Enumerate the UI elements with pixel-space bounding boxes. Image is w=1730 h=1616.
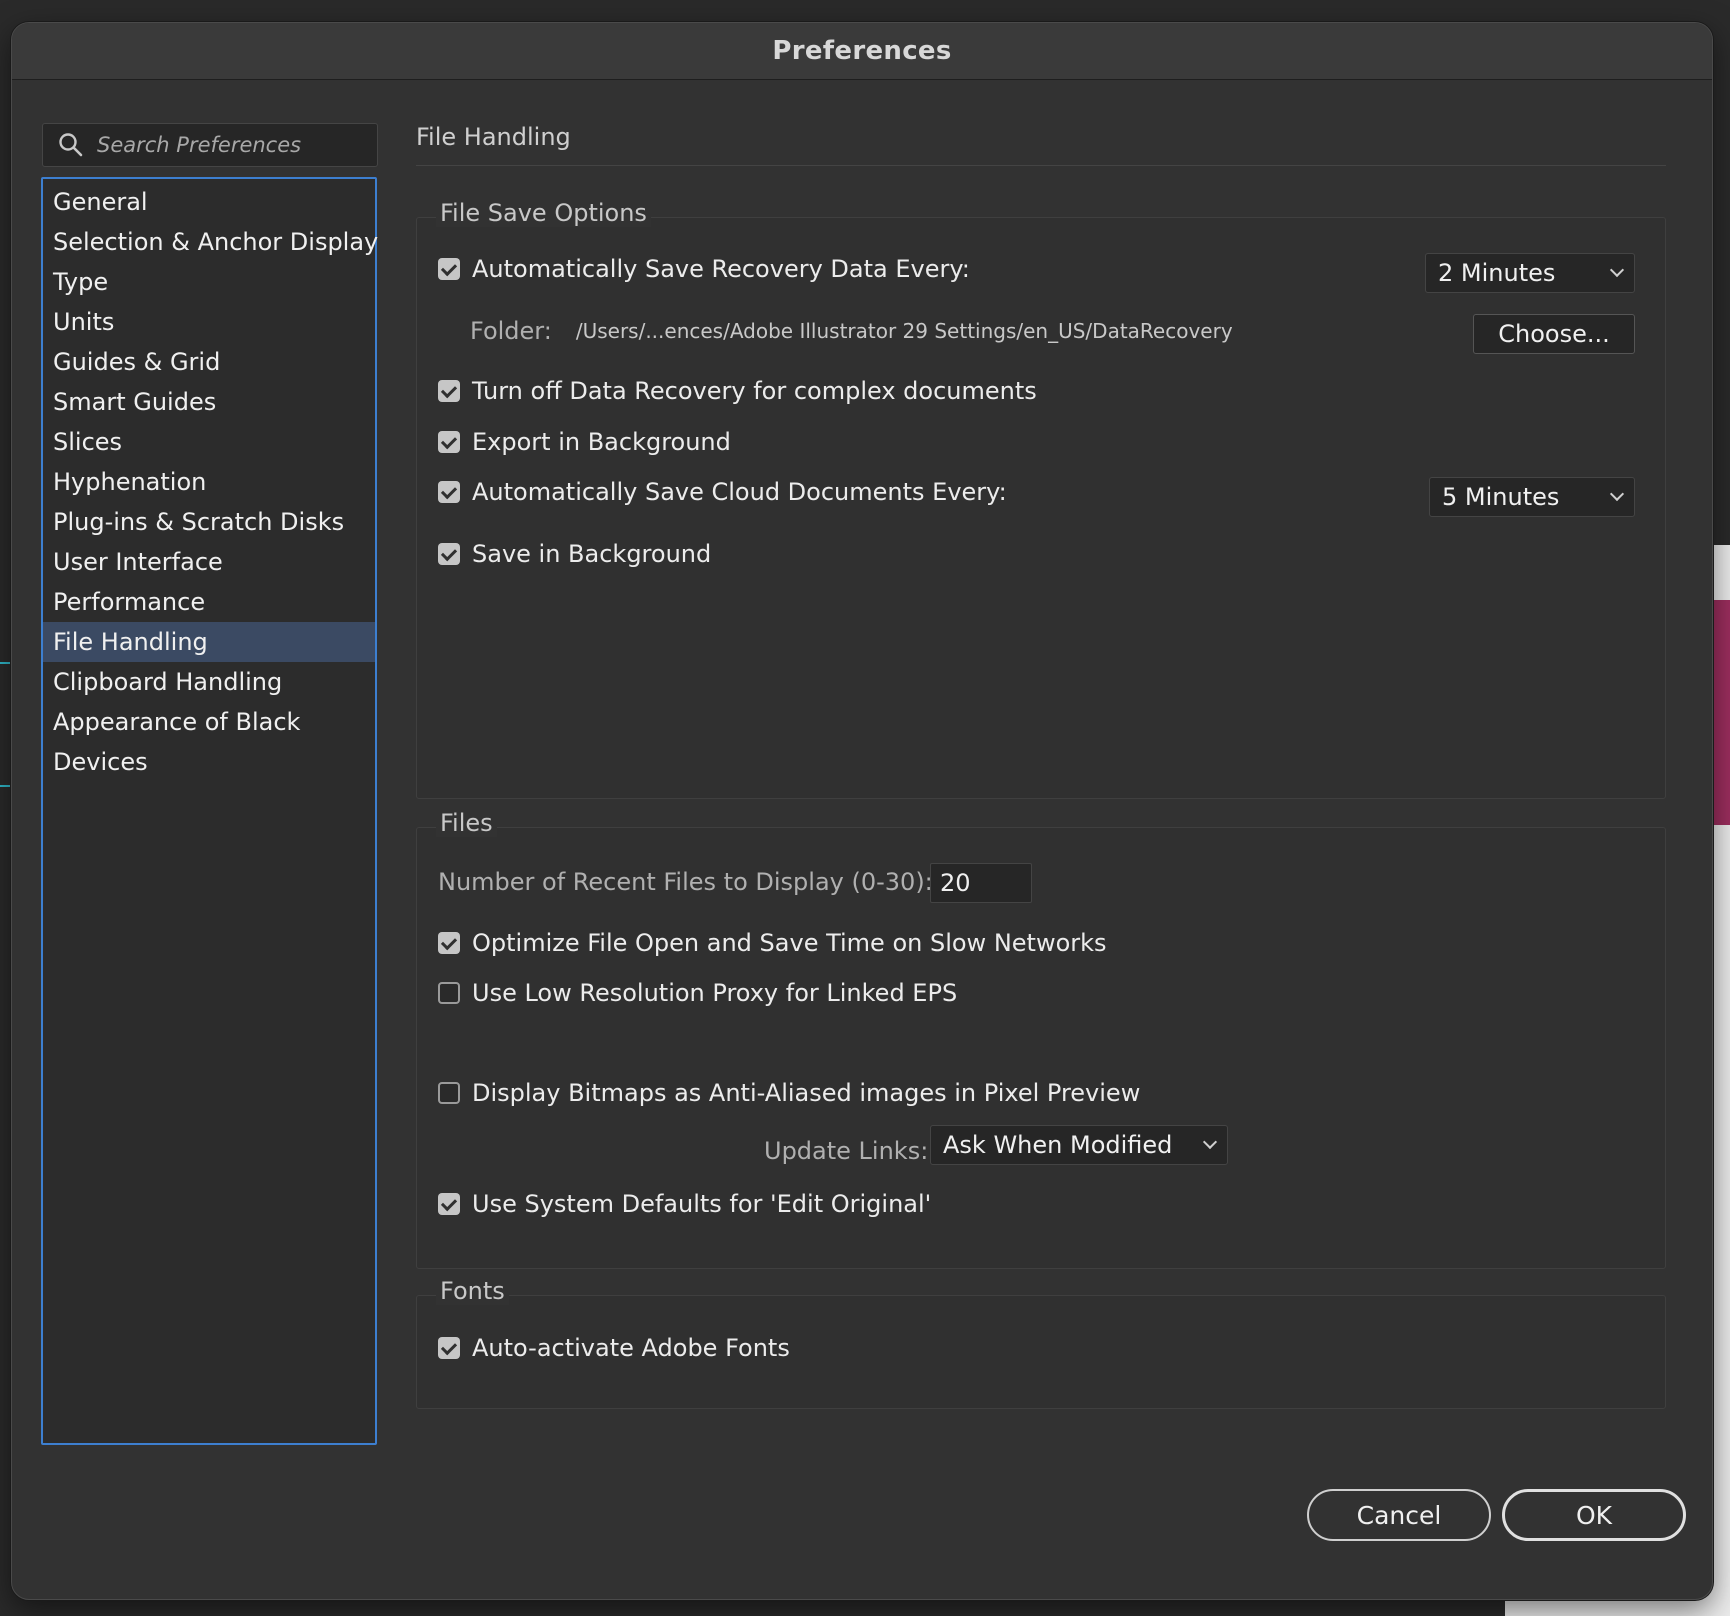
anti-aliased-bitmaps-checkbox[interactable]: Display Bitmaps as Anti-Aliased images i…	[438, 1079, 1140, 1107]
folder-path: /Users/...ences/Adobe Illustrator 29 Set…	[575, 319, 1233, 343]
checkbox-box[interactable]	[438, 1082, 460, 1104]
checkbox-label: Use System Defaults for 'Edit Original'	[472, 1190, 932, 1218]
category-item[interactable]: Slices	[43, 422, 375, 462]
category-item[interactable]: User Interface	[43, 542, 375, 582]
select-value: Ask When Modified	[943, 1131, 1173, 1159]
category-item[interactable]: Guides & Grid	[43, 342, 375, 382]
category-item[interactable]: Type	[43, 262, 375, 302]
checkbox-box[interactable]	[438, 1193, 460, 1215]
category-item[interactable]: Selection & Anchor Display	[43, 222, 378, 262]
category-list[interactable]: General Selection & Anchor Display Type Uni…	[41, 177, 378, 1445]
checkbox-label: Auto-activate Adobe Fonts	[472, 1334, 790, 1362]
panel-title-divider	[416, 165, 1666, 166]
file-save-options-legend: File Save Options	[436, 199, 651, 227]
save-background-checkbox[interactable]: Save in Background	[438, 540, 711, 568]
update-links-row: Update Links:	[764, 1137, 928, 1165]
checkbox-label: Export in Background	[472, 428, 731, 456]
background-app-accent	[1712, 600, 1730, 825]
recent-files-row: Number of Recent Files to Display (0-30)…	[438, 868, 933, 896]
dialog-titlebar[interactable]: Preferences	[12, 23, 1712, 80]
checkbox-box[interactable]	[438, 982, 460, 1004]
update-links-select[interactable]: Ask When Modified	[930, 1125, 1228, 1165]
turn-off-recovery-checkbox[interactable]: Turn off Data Recovery for complex docum…	[438, 377, 1037, 405]
checkbox-label: Save in Background	[472, 540, 712, 568]
cloud-interval-select[interactable]: 5 Minutes	[1429, 477, 1635, 517]
category-item[interactable]: Appearance of Black	[43, 702, 375, 742]
checkbox-label: Automatically Save Recovery Data Every:	[472, 255, 970, 283]
checkbox-label: Use Low Resolution Proxy for Linked EPS	[472, 979, 958, 1007]
category-item[interactable]: General	[43, 182, 375, 222]
checkbox-box[interactable]	[438, 543, 460, 565]
cancel-button[interactable]: Cancel	[1307, 1489, 1491, 1541]
system-defaults-edit-checkbox[interactable]: Use System Defaults for 'Edit Original'	[438, 1190, 931, 1218]
auto-save-cloud-checkbox[interactable]: Automatically Save Cloud Documents Every…	[438, 478, 1007, 506]
choose-folder-button[interactable]: Choose...	[1473, 314, 1635, 354]
optimize-slow-networks-checkbox[interactable]: Optimize File Open and Save Time on Slow…	[438, 929, 1107, 957]
chevron-down-icon	[1609, 486, 1625, 502]
checkbox-box[interactable]	[438, 431, 460, 453]
ok-button[interactable]: OK	[1502, 1489, 1686, 1541]
search-input[interactable]	[97, 133, 367, 157]
checkbox-box[interactable]	[438, 258, 460, 280]
recent-files-input[interactable]: 20	[930, 863, 1032, 903]
chevron-down-icon	[1202, 1134, 1218, 1150]
checkbox-box[interactable]	[438, 481, 460, 503]
recovery-interval-select[interactable]: 2 Minutes	[1425, 253, 1635, 293]
export-background-checkbox[interactable]: Export in Background	[438, 428, 731, 456]
auto-save-recovery-checkbox[interactable]: Automatically Save Recovery Data Every:	[438, 255, 970, 283]
update-links-label: Update Links:	[764, 1137, 929, 1165]
category-item[interactable]: Plug-ins & Scratch Disks	[43, 502, 375, 542]
checkbox-label: Optimize File Open and Save Time on Slow…	[472, 929, 1107, 957]
checkbox-box[interactable]	[438, 380, 460, 402]
auto-activate-fonts-checkbox[interactable]: Auto-activate Adobe Fonts	[438, 1334, 790, 1362]
select-value: 5 Minutes	[1442, 483, 1560, 511]
checkbox-label: Automatically Save Cloud Documents Every…	[472, 478, 1007, 506]
dialog-title: Preferences	[772, 36, 952, 66]
checkbox-label: Display Bitmaps as Anti-Aliased images i…	[472, 1079, 1141, 1107]
category-item[interactable]: Smart Guides	[43, 382, 375, 422]
folder-label: Folder:	[470, 317, 552, 345]
category-item[interactable]: Units	[43, 302, 375, 342]
checkbox-box[interactable]	[438, 932, 460, 954]
fonts-legend: Fonts	[436, 1277, 509, 1305]
search-icon	[51, 123, 91, 167]
category-item[interactable]: Devices	[43, 742, 375, 782]
low-res-proxy-checkbox[interactable]: Use Low Resolution Proxy for Linked EPS	[438, 979, 957, 1007]
recent-files-label: Number of Recent Files to Display (0-30)…	[438, 868, 933, 896]
files-legend: Files	[436, 809, 497, 837]
folder-row: Folder: /Users/...ences/Adobe Illustrato…	[470, 317, 1233, 345]
panel-title: File Handling	[416, 123, 571, 151]
search-preferences-box[interactable]	[42, 123, 378, 167]
checkbox-label: Turn off Data Recovery for complex docum…	[472, 377, 1037, 405]
category-item[interactable]: Hyphenation	[43, 462, 375, 502]
checkbox-box[interactable]	[438, 1337, 460, 1359]
category-item[interactable]: Performance	[43, 582, 375, 622]
chevron-down-icon	[1609, 262, 1625, 278]
category-item[interactable]: File Handling	[43, 622, 375, 662]
category-item[interactable]: Clipboard Handling	[43, 662, 375, 702]
preferences-dialog: Preferences GeneralSelection & Anchor Di…	[11, 22, 1713, 1600]
select-value: 2 Minutes	[1438, 259, 1556, 287]
